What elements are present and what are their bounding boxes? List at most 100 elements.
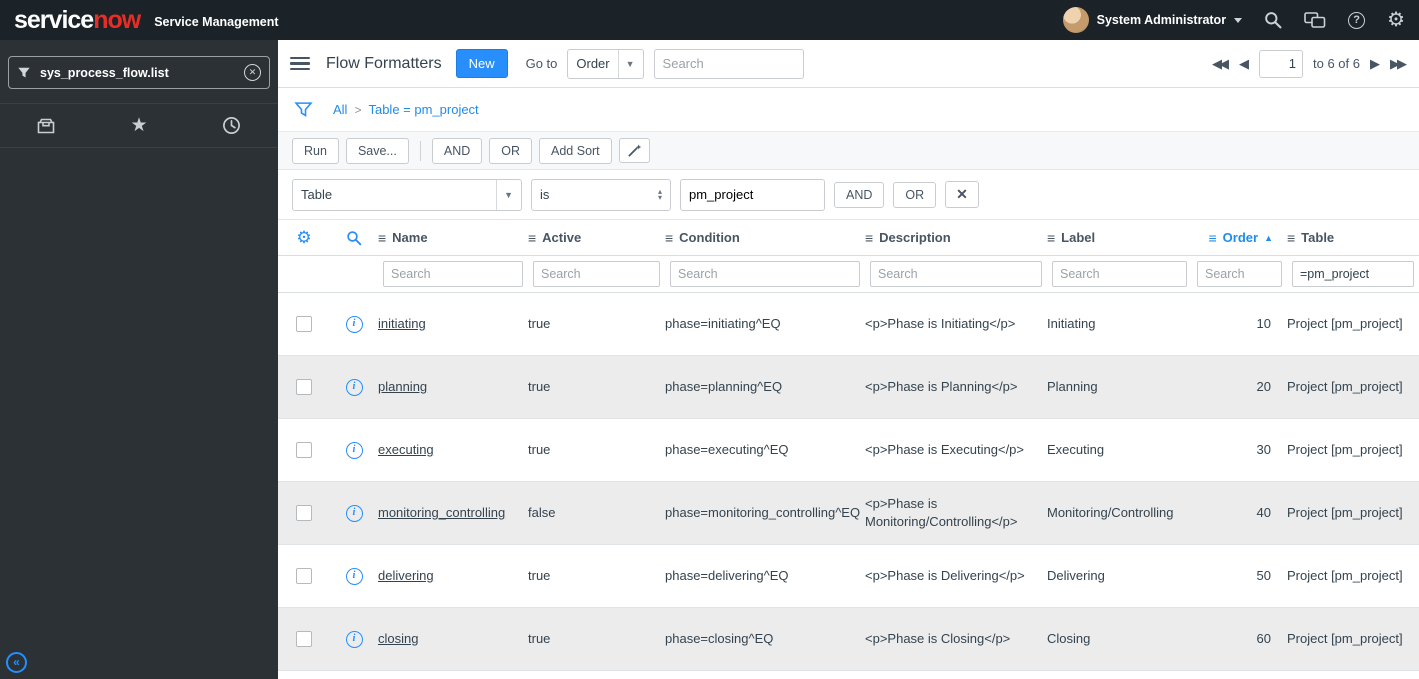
row-checkbox[interactable] (296, 631, 312, 647)
row-checkbox[interactable] (296, 568, 312, 584)
record-link[interactable]: initiating (378, 315, 426, 333)
previous-page-icon[interactable]: ◀ (1239, 56, 1249, 72)
list-search-icon[interactable] (346, 230, 362, 246)
all-applications-icon[interactable] (0, 104, 93, 147)
column-header-table[interactable]: ≡ Table (1287, 230, 1419, 246)
column-header-active[interactable]: ≡ Active (528, 230, 665, 246)
record-info-icon[interactable]: i (345, 630, 363, 648)
chevron-down-icon: ▼ (496, 179, 513, 210)
condition-field-select[interactable]: Table ▼ (292, 178, 522, 211)
row-checkbox[interactable] (296, 442, 312, 458)
collapse-navigator-button[interactable]: « (6, 652, 27, 673)
cell-table: Project [pm_project] (1287, 316, 1403, 332)
favorites-star-icon[interactable]: ★ (93, 104, 186, 147)
cell-description: <p>Phase is Monitoring/Controlling</p> (865, 496, 1018, 529)
breadcrumb-all-link[interactable]: All (333, 102, 347, 117)
record-info-icon[interactable]: i (345, 441, 363, 459)
column-header-description[interactable]: ≡ Description (865, 230, 1047, 246)
last-page-icon[interactable]: ▶▶ (1390, 56, 1407, 72)
cell-description: <p>Phase is Delivering</p> (865, 568, 1025, 584)
gear-icon[interactable]: ⚙ (1387, 10, 1405, 30)
next-page-icon[interactable]: ▶ (1370, 56, 1380, 72)
record-info-icon[interactable]: i (345, 504, 363, 522)
history-clock-icon[interactable] (185, 104, 278, 147)
record-info-icon[interactable]: i (345, 315, 363, 333)
add-sort-button[interactable]: Add Sort (539, 137, 612, 164)
search-table-input[interactable] (1292, 261, 1414, 287)
cell-table: Project [pm_project] (1287, 505, 1403, 521)
cell-table: Project [pm_project] (1287, 568, 1403, 584)
new-button[interactable]: New (455, 49, 508, 78)
cell-label: Executing (1047, 442, 1105, 458)
search-icon[interactable] (1264, 11, 1282, 29)
cell-active: true (528, 442, 551, 458)
page-number-input[interactable] (1259, 49, 1304, 78)
condition-operator-select[interactable]: is ▴ ▾ (531, 178, 671, 211)
breadcrumb: All > Table = pm_project (278, 88, 1419, 132)
condition-value-input[interactable] (680, 178, 825, 211)
user-menu[interactable]: System Administrator (1062, 7, 1243, 33)
condition-and-button[interactable]: AND (834, 181, 885, 208)
list-context-menu-icon[interactable] (290, 56, 310, 71)
run-filter-button[interactable]: Run (292, 137, 339, 164)
save-filter-button[interactable]: Save... (345, 137, 409, 164)
list-settings-gear-icon[interactable]: ⚙ (296, 228, 311, 248)
search-description-input[interactable] (870, 261, 1042, 287)
breadcrumb-filter-link[interactable]: Table = pm_project (368, 102, 478, 117)
row-checkbox[interactable] (296, 505, 312, 521)
chat-icon[interactable] (1304, 11, 1326, 29)
condition-operator-value: is (540, 187, 550, 202)
record-link[interactable]: closing (378, 630, 418, 648)
goto-select[interactable]: Order ▼ (567, 48, 644, 79)
search-active-input[interactable] (533, 261, 660, 287)
or-button[interactable]: OR (489, 137, 533, 164)
servicenow-logo[interactable]: servicenow (14, 7, 141, 33)
row-checkbox[interactable] (296, 316, 312, 332)
app-header: servicenow Service Management System Adm… (0, 0, 1419, 40)
cell-order: 10 (1256, 316, 1271, 332)
record-info-icon[interactable]: i (345, 378, 363, 396)
record-link[interactable]: executing (378, 441, 434, 459)
record-info-icon[interactable]: i (345, 567, 363, 585)
cell-condition: phase=delivering^EQ (665, 568, 789, 584)
column-header-label[interactable]: ≡ Label (1047, 230, 1192, 246)
record-link[interactable]: planning (378, 378, 427, 396)
cell-description: <p>Phase is Closing</p> (865, 631, 1011, 647)
column-menu-icon: ≡ (1208, 229, 1217, 246)
search-order-input[interactable] (1197, 261, 1282, 287)
page-range-label: to 6 of 6 (1313, 56, 1360, 71)
condition-delete-button[interactable]: ✕ (945, 181, 979, 208)
record-link[interactable]: monitoring_controlling (378, 504, 505, 522)
first-page-icon[interactable]: ◀◀ (1212, 56, 1229, 72)
record-link[interactable]: delivering (378, 567, 434, 585)
search-condition-input[interactable] (670, 261, 860, 287)
column-header-condition[interactable]: ≡ Condition (665, 230, 865, 246)
table-row: i executing true phase=executing^EQ <p>P… (278, 419, 1419, 482)
cell-description: <p>Phase is Initiating</p> (865, 316, 1016, 332)
and-button[interactable]: AND (431, 137, 483, 164)
row-checkbox[interactable] (296, 379, 312, 395)
clear-icon[interactable]: ✕ (244, 64, 261, 81)
cell-active: true (528, 631, 551, 647)
search-name-input[interactable] (383, 261, 523, 287)
table-row: i monitoring_controlling false phase=mon… (278, 482, 1419, 545)
cell-label: Delivering (1047, 568, 1105, 584)
help-icon[interactable]: ? (1348, 11, 1366, 29)
table-row: i delivering true phase=delivering^EQ <p… (278, 545, 1419, 608)
cell-label: Closing (1047, 631, 1091, 647)
goto-search-input[interactable] (653, 48, 804, 79)
favorite-wand-icon[interactable] (618, 138, 650, 163)
column-header-order[interactable]: ≡ Order ▲ (1192, 230, 1287, 246)
column-menu-icon: ≡ (1047, 229, 1056, 246)
filter-funnel-icon[interactable] (294, 101, 313, 118)
cell-order: 20 (1256, 379, 1271, 395)
navigator-filter-input[interactable] (38, 64, 237, 81)
condition-or-button[interactable]: OR (893, 181, 937, 208)
search-label-input[interactable] (1052, 261, 1187, 287)
cell-order: 60 (1256, 631, 1271, 647)
cell-label: Initiating (1047, 316, 1096, 332)
column-menu-icon: ≡ (1287, 229, 1296, 246)
product-label: Service Management (154, 15, 279, 29)
column-header-name[interactable]: ≡ Name (378, 230, 528, 246)
cell-description: <p>Phase is Executing</p> (865, 442, 1025, 458)
